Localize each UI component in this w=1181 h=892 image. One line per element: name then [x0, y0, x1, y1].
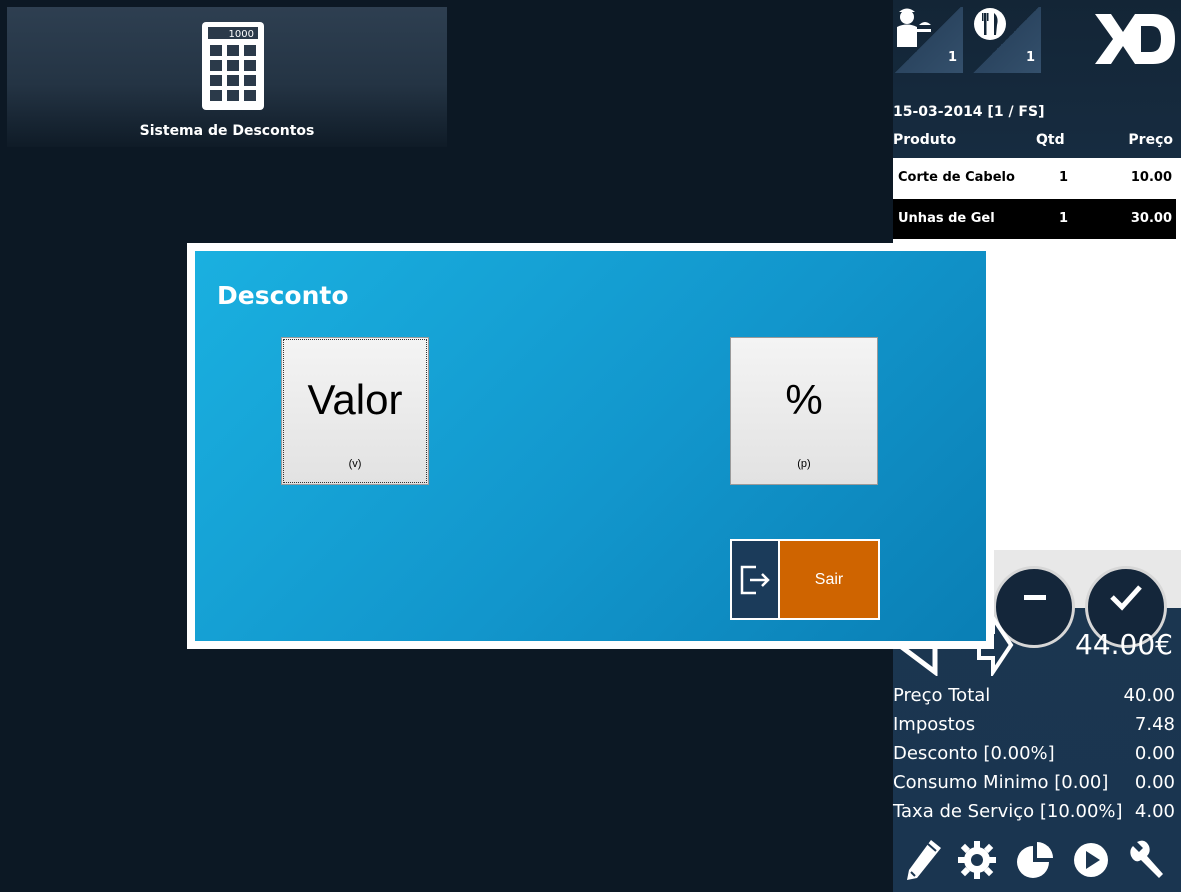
summary-label: Taxa de Serviço [10.00%] — [893, 801, 1123, 822]
discount-system-tile[interactable]: 1000 Sistema de Descontos — [7, 7, 447, 147]
row-price: 10.00 — [1130, 170, 1172, 185]
waiter-icon — [897, 8, 931, 47]
row-product: Corte de Cabelo — [898, 170, 1015, 185]
summary-label: Preço Total — [893, 685, 991, 706]
order-row[interactable]: Corte de Cabelo 1 10.00 — [893, 158, 1176, 198]
percent-button-label: % — [785, 376, 823, 423]
summary-value: 7.48 — [1134, 714, 1175, 735]
gear-icon[interactable] — [957, 838, 997, 882]
order-row-selected[interactable]: Unhas de Gel 1 30.00 — [893, 199, 1176, 239]
summary-value: 40.00 — [1123, 685, 1175, 706]
dialog-title: Desconto — [217, 281, 349, 310]
discount-dialog-body: Desconto Valor (v) % (p) Sair — [195, 251, 986, 641]
grand-total: 44.00€ — [1075, 628, 1173, 661]
row-product: Unhas de Gel — [898, 211, 995, 226]
value-button-shortcut: (v) — [348, 458, 362, 470]
calculator-icon: 1000 — [202, 22, 264, 110]
exit-icon — [740, 565, 770, 594]
discount-dialog: Desconto Valor (v) % (p) Sair — [187, 243, 994, 649]
column-qty: Qtd — [1036, 132, 1065, 148]
row-price: 30.00 — [1130, 211, 1172, 226]
pencil-icon[interactable] — [903, 838, 943, 882]
exit-button-label: Sair — [780, 541, 878, 618]
row-qty: 1 — [1059, 211, 1069, 226]
order-date-header: 15-03-2014 [1 / FS] — [893, 104, 1045, 120]
column-price: Preço — [1128, 132, 1173, 148]
summary-value: 4.00 — [1134, 801, 1175, 822]
summary-label: Impostos — [893, 714, 976, 735]
xd-logo — [1095, 14, 1175, 64]
cutlery-icon — [974, 8, 1006, 40]
tile-label: Sistema de Descontos — [139, 123, 315, 139]
table-badge[interactable]: 1 — [971, 7, 1041, 73]
row-qty: 1 — [1059, 170, 1069, 185]
waiter-count: 1 — [947, 50, 957, 65]
calculator-display: 1000 — [229, 29, 254, 40]
summary-label: Desconto [0.00%] — [893, 743, 1055, 764]
percent-discount-button[interactable]: % (p) — [730, 337, 878, 485]
play-icon[interactable] — [1071, 838, 1111, 882]
checkmark-icon — [1110, 585, 1142, 611]
wrench-icon[interactable] — [1127, 838, 1167, 882]
value-discount-button[interactable]: Valor (v) — [281, 337, 429, 485]
pie-chart-icon[interactable] — [1015, 838, 1055, 882]
summary-label: Consumo Minimo [0.00] — [893, 772, 1109, 793]
waiter-badge[interactable]: 1 — [893, 7, 963, 73]
exit-icon-box — [732, 541, 780, 618]
table-count: 1 — [1025, 50, 1035, 65]
percent-button-shortcut: (p) — [797, 458, 811, 470]
value-button-label: Valor — [307, 376, 403, 423]
summary-value: 0.00 — [1134, 772, 1175, 793]
summary-value: 0.00 — [1134, 743, 1175, 764]
minus-icon — [1024, 595, 1046, 600]
column-product: Produto — [893, 132, 957, 148]
exit-button[interactable]: Sair — [730, 539, 880, 620]
